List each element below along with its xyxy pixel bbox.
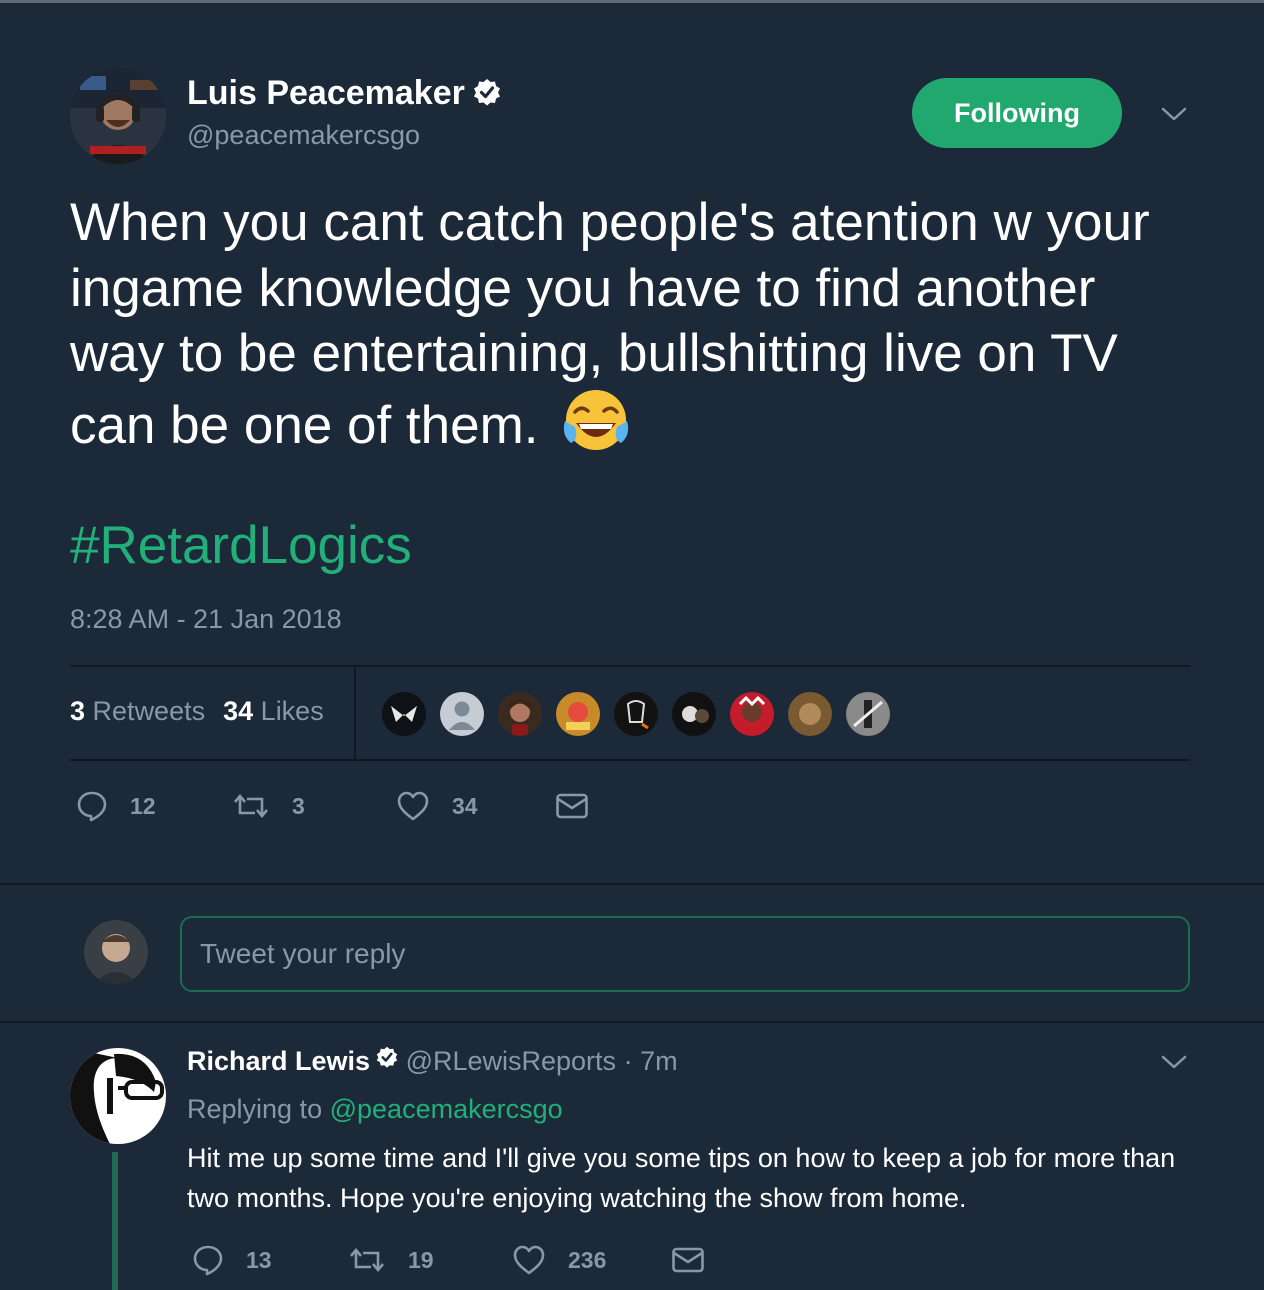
likes-stat[interactable]: 34 Likes	[223, 696, 324, 726]
replying-to-mention[interactable]: @peacemakercsgo	[330, 1094, 563, 1124]
liker-avatar[interactable]	[786, 690, 834, 738]
liker-avatar[interactable]	[728, 690, 776, 738]
liker-avatar[interactable]	[554, 690, 602, 738]
retweet-count: 19	[408, 1246, 434, 1273]
author-name-text: Luis Peacemaker	[187, 74, 465, 112]
retweet-icon	[350, 1247, 384, 1273]
reply-text: Hit me up some time and I'll give you so…	[187, 1143, 1176, 1213]
divider	[70, 759, 1190, 761]
retweet-count: 3	[292, 792, 305, 819]
retweets-count: 3	[70, 696, 86, 726]
tweet-timestamp[interactable]: 8:28 AM - 21 Jan 2018	[70, 604, 342, 635]
tweet-stats: 3 Retweets 34 Likes	[70, 696, 324, 727]
retweet-icon	[234, 793, 268, 819]
tweet-text: When you cant catch people's atention w …	[70, 190, 1170, 472]
following-button[interactable]: Following	[912, 78, 1122, 148]
reply-icon	[77, 791, 107, 822]
liker-avatar[interactable]	[612, 690, 660, 738]
reply-input[interactable]: Tweet your reply	[180, 916, 1190, 992]
author-avatar[interactable]	[70, 68, 166, 164]
current-user-avatar[interactable]	[84, 920, 148, 984]
like-count: 236	[568, 1246, 607, 1273]
reply-time[interactable]: · 7m	[624, 1046, 678, 1076]
like-count: 34	[452, 792, 478, 819]
retweet-action[interactable]: 19	[348, 1244, 434, 1276]
heart-icon	[513, 1245, 545, 1275]
replying-to-label: Replying to	[187, 1094, 323, 1124]
reply-action[interactable]: 12	[76, 790, 156, 822]
divider	[70, 665, 1190, 667]
hashtag-link[interactable]: #RetardLogics	[70, 515, 412, 576]
envelope-icon	[672, 1247, 704, 1273]
envelope-icon	[556, 793, 588, 819]
verified-badge-icon	[376, 1044, 398, 1075]
chevron-down-icon[interactable]	[1160, 104, 1188, 129]
laughing-tears-emoji-icon	[561, 387, 631, 473]
retweet-action[interactable]: 3	[232, 790, 305, 822]
liker-avatar[interactable]	[844, 690, 892, 738]
reply-author-handle[interactable]: @RLewisReports	[406, 1046, 616, 1076]
liker-avatar[interactable]	[380, 690, 428, 738]
liker-avatar[interactable]	[438, 690, 486, 738]
section-divider	[0, 1021, 1264, 1023]
reply-author-avatar[interactable]	[70, 1048, 166, 1144]
thread-line	[112, 1152, 118, 1290]
chevron-down-icon[interactable]	[1160, 1052, 1188, 1077]
liker-avatar[interactable]	[496, 690, 544, 738]
reply-action[interactable]: 13	[192, 1244, 272, 1276]
section-divider	[0, 883, 1264, 885]
direct-message-action[interactable]	[555, 790, 611, 822]
verified-badge-icon	[473, 76, 501, 115]
reply-header: Richard Lewis @RLewisReports · 7m	[187, 1044, 678, 1077]
reply-count: 13	[246, 1246, 272, 1273]
author-handle[interactable]: @peacemakercsgo	[187, 120, 420, 151]
reply-author-name[interactable]: Richard Lewis	[187, 1046, 370, 1076]
likes-count: 34	[223, 696, 254, 726]
like-action[interactable]: 236	[512, 1244, 606, 1276]
retweets-stat[interactable]: 3 Retweets	[70, 696, 205, 726]
retweets-label: Retweets	[92, 696, 206, 726]
stats-divider	[354, 667, 356, 759]
replying-to-line: Replying to @peacemakercsgo	[187, 1094, 563, 1125]
reply-icon	[193, 1245, 223, 1276]
like-action[interactable]: 34	[396, 790, 478, 822]
likes-label: Likes	[260, 696, 324, 726]
reply-count: 12	[130, 792, 156, 819]
heart-icon	[397, 791, 429, 821]
liker-avatar[interactable]	[670, 690, 718, 738]
window-top-border	[0, 0, 1264, 3]
author-name[interactable]: Luis Peacemaker	[187, 74, 501, 115]
direct-message-action[interactable]	[671, 1244, 727, 1276]
